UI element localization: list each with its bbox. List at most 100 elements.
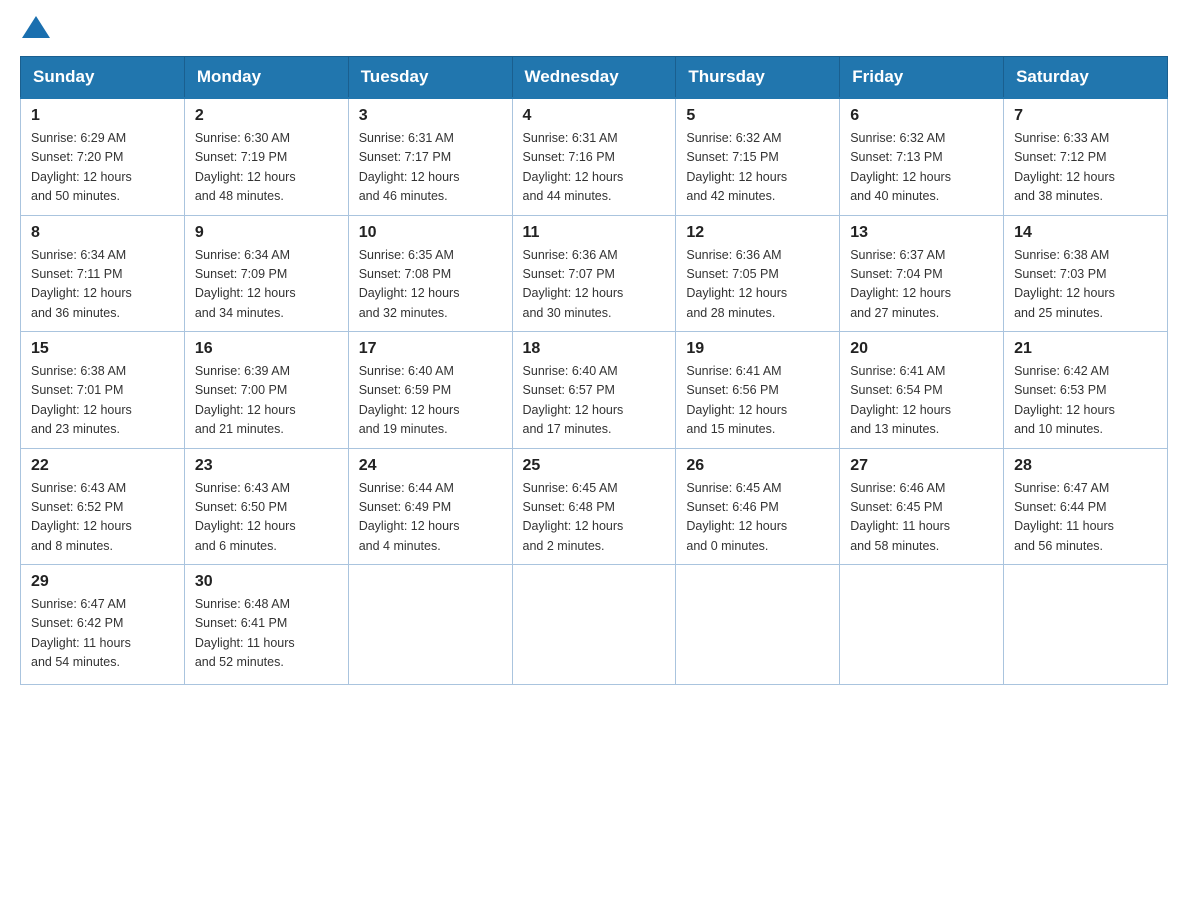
calendar-day-cell: 20 Sunrise: 6:41 AMSunset: 6:54 PMDayligh… <box>840 332 1004 449</box>
calendar-day-cell: 17 Sunrise: 6:40 AMSunset: 6:59 PMDayligh… <box>348 332 512 449</box>
day-number: 3 <box>359 107 502 125</box>
page-header <box>20 20 1168 36</box>
day-number: 4 <box>523 107 666 125</box>
day-number: 26 <box>686 457 829 475</box>
calendar-day-cell: 1Sunrise: 6:29 AMSunset: 7:20 PMDaylight… <box>21 98 185 215</box>
logo <box>20 20 50 36</box>
day-info: Sunrise: 6:45 AMSunset: 6:46 PMDaylight:… <box>686 479 829 557</box>
calendar-day-cell: 25Sunrise: 6:45 AMSunset: 6:48 PMDayligh… <box>512 448 676 565</box>
calendar-day-cell: 3 Sunrise: 6:31 AMSunset: 7:17 PMDaylight… <box>348 98 512 215</box>
weekday-header-friday: Friday <box>840 57 1004 99</box>
day-number: 11 <box>523 224 666 242</box>
day-info: Sunrise: 6:33 AMSunset: 7:12 PMDaylight:… <box>1014 129 1157 207</box>
day-number: 25 <box>523 457 666 475</box>
day-info: Sunrise: 6:40 AMSunset: 6:59 PMDaylight:… <box>359 362 502 440</box>
day-number: 8 <box>31 224 174 242</box>
calendar-day-cell <box>348 565 512 685</box>
calendar-day-cell: 4 Sunrise: 6:31 AMSunset: 7:16 PMDaylight… <box>512 98 676 215</box>
day-number: 28 <box>1014 457 1157 475</box>
day-number: 27 <box>850 457 993 475</box>
calendar-day-cell: 21 Sunrise: 6:42 AMSunset: 6:53 PMDayligh… <box>1004 332 1168 449</box>
calendar-week-row: 29 Sunrise: 6:47 AMSunset: 6:42 PMDayligh… <box>21 565 1168 685</box>
day-info: Sunrise: 6:44 AMSunset: 6:49 PMDaylight:… <box>359 479 502 557</box>
calendar-day-cell: 5 Sunrise: 6:32 AMSunset: 7:15 PMDaylight… <box>676 98 840 215</box>
day-number: 2 <box>195 107 338 125</box>
calendar-day-cell: 24 Sunrise: 6:44 AMSunset: 6:49 PMDayligh… <box>348 448 512 565</box>
day-info: Sunrise: 6:38 AMSunset: 7:03 PMDaylight:… <box>1014 246 1157 324</box>
day-number: 19 <box>686 340 829 358</box>
calendar-day-cell <box>1004 565 1168 685</box>
calendar-day-cell: 26 Sunrise: 6:45 AMSunset: 6:46 PMDayligh… <box>676 448 840 565</box>
day-info: Sunrise: 6:41 AMSunset: 6:54 PMDaylight:… <box>850 362 993 440</box>
calendar-day-cell <box>512 565 676 685</box>
day-info: Sunrise: 6:36 AMSunset: 7:07 PMDaylight:… <box>523 246 666 324</box>
calendar-day-cell: 10Sunrise: 6:35 AMSunset: 7:08 PMDayligh… <box>348 215 512 332</box>
day-number: 12 <box>686 224 829 242</box>
day-info: Sunrise: 6:36 AMSunset: 7:05 PMDaylight:… <box>686 246 829 324</box>
day-info: Sunrise: 6:39 AMSunset: 7:00 PMDaylight:… <box>195 362 338 440</box>
day-number: 20 <box>850 340 993 358</box>
calendar-day-cell: 15 Sunrise: 6:38 AMSunset: 7:01 PMDayligh… <box>21 332 185 449</box>
day-info: Sunrise: 6:34 AMSunset: 7:11 PMDaylight:… <box>31 246 174 324</box>
day-info: Sunrise: 6:48 AMSunset: 6:41 PMDaylight:… <box>195 595 338 673</box>
day-info: Sunrise: 6:40 AMSunset: 6:57 PMDaylight:… <box>523 362 666 440</box>
calendar-day-cell: 9Sunrise: 6:34 AMSunset: 7:09 PMDaylight… <box>184 215 348 332</box>
calendar-day-cell: 22 Sunrise: 6:43 AMSunset: 6:52 PMDayligh… <box>21 448 185 565</box>
day-number: 7 <box>1014 107 1157 125</box>
day-number: 5 <box>686 107 829 125</box>
calendar-day-cell: 14 Sunrise: 6:38 AMSunset: 7:03 PMDayligh… <box>1004 215 1168 332</box>
day-number: 13 <box>850 224 993 242</box>
day-info: Sunrise: 6:32 AMSunset: 7:13 PMDaylight:… <box>850 129 993 207</box>
day-number: 6 <box>850 107 993 125</box>
day-info: Sunrise: 6:47 AMSunset: 6:42 PMDaylight:… <box>31 595 174 673</box>
day-info: Sunrise: 6:43 AMSunset: 6:52 PMDaylight:… <box>31 479 174 557</box>
weekday-header-wednesday: Wednesday <box>512 57 676 99</box>
day-number: 18 <box>523 340 666 358</box>
day-info: Sunrise: 6:31 AMSunset: 7:17 PMDaylight:… <box>359 129 502 207</box>
weekday-header-row: SundayMondayTuesdayWednesdayThursdayFrid… <box>21 57 1168 99</box>
calendar-day-cell: 29 Sunrise: 6:47 AMSunset: 6:42 PMDayligh… <box>21 565 185 685</box>
calendar-day-cell: 13 Sunrise: 6:37 AMSunset: 7:04 PMDayligh… <box>840 215 1004 332</box>
calendar-day-cell: 30Sunrise: 6:48 AMSunset: 6:41 PMDayligh… <box>184 565 348 685</box>
day-info: Sunrise: 6:46 AMSunset: 6:45 PMDaylight:… <box>850 479 993 557</box>
calendar-day-cell <box>840 565 1004 685</box>
day-info: Sunrise: 6:31 AMSunset: 7:16 PMDaylight:… <box>523 129 666 207</box>
day-info: Sunrise: 6:43 AMSunset: 6:50 PMDaylight:… <box>195 479 338 557</box>
day-number: 14 <box>1014 224 1157 242</box>
day-info: Sunrise: 6:47 AMSunset: 6:44 PMDaylight:… <box>1014 479 1157 557</box>
calendar-table: SundayMondayTuesdayWednesdayThursdayFrid… <box>20 56 1168 685</box>
weekday-header-tuesday: Tuesday <box>348 57 512 99</box>
day-number: 21 <box>1014 340 1157 358</box>
calendar-day-cell: 19 Sunrise: 6:41 AMSunset: 6:56 PMDayligh… <box>676 332 840 449</box>
day-number: 16 <box>195 340 338 358</box>
day-info: Sunrise: 6:42 AMSunset: 6:53 PMDaylight:… <box>1014 362 1157 440</box>
day-info: Sunrise: 6:37 AMSunset: 7:04 PMDaylight:… <box>850 246 993 324</box>
day-number: 1 <box>31 107 174 125</box>
calendar-day-cell: 16 Sunrise: 6:39 AMSunset: 7:00 PMDayligh… <box>184 332 348 449</box>
day-info: Sunrise: 6:41 AMSunset: 6:56 PMDaylight:… <box>686 362 829 440</box>
day-number: 22 <box>31 457 174 475</box>
day-number: 10 <box>359 224 502 242</box>
weekday-header-monday: Monday <box>184 57 348 99</box>
weekday-header-thursday: Thursday <box>676 57 840 99</box>
logo-triangle-icon <box>22 16 50 38</box>
calendar-day-cell: 27 Sunrise: 6:46 AMSunset: 6:45 PMDayligh… <box>840 448 1004 565</box>
weekday-header-saturday: Saturday <box>1004 57 1168 99</box>
day-info: Sunrise: 6:32 AMSunset: 7:15 PMDaylight:… <box>686 129 829 207</box>
calendar-day-cell: 12 Sunrise: 6:36 AMSunset: 7:05 PMDayligh… <box>676 215 840 332</box>
calendar-day-cell: 2Sunrise: 6:30 AMSunset: 7:19 PMDaylight… <box>184 98 348 215</box>
calendar-day-cell: 7 Sunrise: 6:33 AMSunset: 7:12 PMDaylight… <box>1004 98 1168 215</box>
day-number: 15 <box>31 340 174 358</box>
calendar-day-cell: 6 Sunrise: 6:32 AMSunset: 7:13 PMDaylight… <box>840 98 1004 215</box>
calendar-week-row: 1Sunrise: 6:29 AMSunset: 7:20 PMDaylight… <box>21 98 1168 215</box>
day-number: 24 <box>359 457 502 475</box>
calendar-day-cell: 8 Sunrise: 6:34 AMSunset: 7:11 PMDaylight… <box>21 215 185 332</box>
calendar-day-cell: 23Sunrise: 6:43 AMSunset: 6:50 PMDayligh… <box>184 448 348 565</box>
day-info: Sunrise: 6:38 AMSunset: 7:01 PMDaylight:… <box>31 362 174 440</box>
day-number: 29 <box>31 573 174 591</box>
day-number: 17 <box>359 340 502 358</box>
calendar-day-cell: 18 Sunrise: 6:40 AMSunset: 6:57 PMDayligh… <box>512 332 676 449</box>
calendar-week-row: 15 Sunrise: 6:38 AMSunset: 7:01 PMDayligh… <box>21 332 1168 449</box>
weekday-header-sunday: Sunday <box>21 57 185 99</box>
day-number: 9 <box>195 224 338 242</box>
